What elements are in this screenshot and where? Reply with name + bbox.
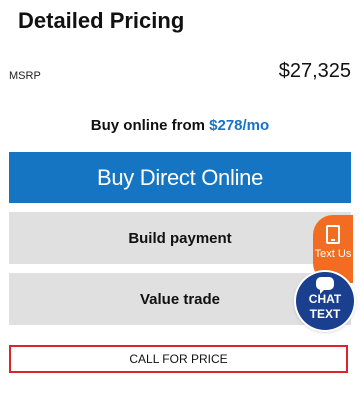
msrp-price: $27,325 (278, 60, 351, 82)
text-us-label: Text Us (314, 248, 352, 260)
build-payment-button[interactable]: Build payment (9, 212, 351, 264)
buy-direct-online-button[interactable]: Buy Direct Online (9, 152, 351, 203)
chat-bubble-icon (316, 277, 334, 294)
financing-prefix: Buy online from (90, 117, 210, 134)
msrp-label: MSRP (9, 70, 41, 82)
text-label: TEXT (309, 307, 341, 321)
chat-text-button[interactable]: CHAT TEXT (296, 272, 354, 330)
financing-offer: Buy online from $278/mo (0, 117, 360, 134)
call-for-price-button[interactable]: CALL FOR PRICE (9, 345, 348, 373)
page-title: Detailed Pricing (18, 8, 185, 33)
phone-icon (326, 225, 340, 244)
financing-monthly-price[interactable]: $278/mo (209, 117, 269, 134)
chat-label: CHAT (308, 292, 342, 306)
msrp-row: MSRP $27,325 (9, 60, 351, 88)
